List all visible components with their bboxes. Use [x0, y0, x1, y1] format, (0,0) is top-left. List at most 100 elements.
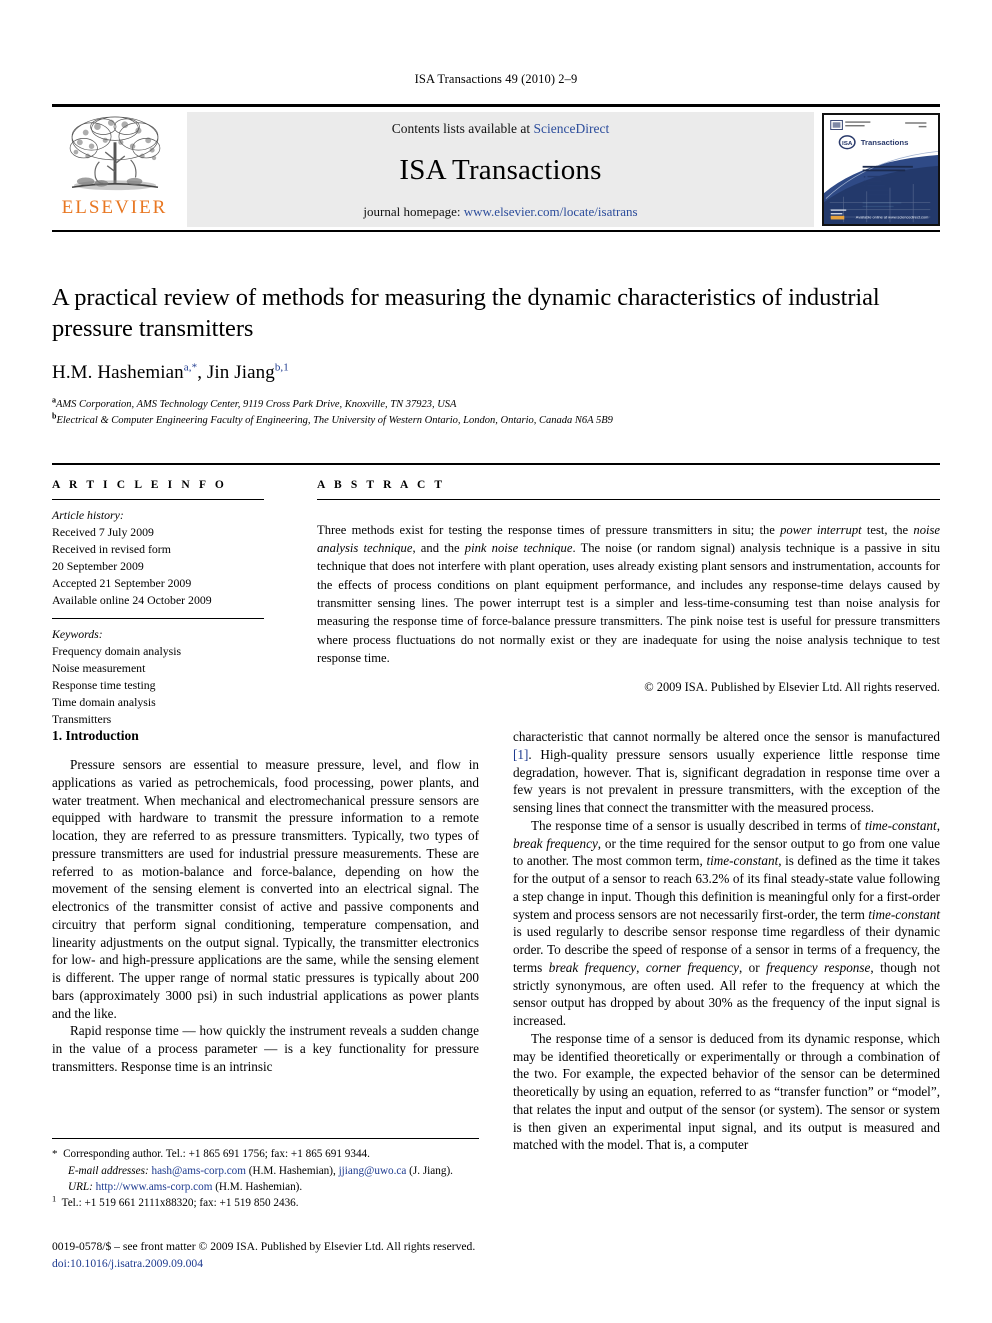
issn-front-matter: 0019-0578/$ – see front matter © 2009 IS… — [52, 1240, 476, 1253]
paragraph: The response time of a sensor is deduced… — [513, 1030, 940, 1153]
journal-cover-thumbnail: ISA Transactions Available online at www… — [822, 113, 940, 226]
history-item: 20 September 2009 — [52, 558, 144, 573]
contents-prefix: Contents lists available at — [391, 121, 534, 136]
article-info-heading: A R T I C L E I N F O — [52, 479, 227, 491]
footnote-url: URL: http://www.ams-corp.com (H.M. Hashe… — [52, 1179, 479, 1195]
journal-masthead: ELSEVIER Contents lists available at Sci… — [52, 104, 940, 232]
email-owner-1: (H.M. Hashemian), — [245, 1164, 339, 1177]
paragraph: Pressure sensors are essential to measur… — [52, 757, 479, 1021]
paragraph-em: break frequency — [513, 835, 598, 851]
body-column-left: 1. Introduction Pressure sensors are ess… — [52, 728, 479, 1154]
keyword-item: Frequency domain analysis — [52, 643, 182, 658]
contents-available-line: Contents lists available at ScienceDirec… — [392, 121, 609, 137]
abstract-text: Three methods exist for testing the resp… — [317, 513, 940, 668]
affiliation-b: bElectrical & Computer Engineering Facul… — [52, 412, 940, 429]
footnote-one-marker: 1 — [52, 1193, 57, 1204]
article-history-title: Article history: — [52, 508, 124, 522]
history-item: Received 7 July 2009 — [52, 524, 154, 539]
footnote-corresponding-author: * Corresponding author. Tel.: +1 865 691… — [52, 1146, 479, 1163]
url-label: URL: — [68, 1181, 93, 1194]
abstract-frag: . The noise (or random signal) analysis … — [317, 540, 940, 666]
homepage-prefix: journal homepage: — [363, 204, 464, 219]
paper-page: ISA Transactions 49 (2010) 2–9 ELSEVIER … — [0, 0, 992, 1323]
affiliation-list: aAMS Corporation, AMS Technology Center,… — [52, 396, 940, 430]
body-columns: 1. Introduction Pressure sensors are ess… — [52, 728, 940, 1154]
footnotes-block: * Corresponding author. Tel.: +1 865 691… — [52, 1138, 479, 1212]
abstract-frag: test, the — [861, 522, 914, 537]
keyword-item: Response time testing — [52, 677, 156, 692]
url-link-ams-corp[interactable]: http://www.ams-corp.com — [96, 1181, 213, 1193]
elsevier-wordmark: ELSEVIER — [61, 197, 168, 218]
paragraph-em: time-constant — [864, 817, 937, 833]
section-heading-introduction: 1. Introduction — [52, 728, 139, 743]
footnote-emails: E-mail addresses: hash@ams-corp.com (H.M… — [52, 1163, 479, 1179]
keyword-item: Time domain analysis — [52, 694, 156, 709]
abstract-copyright: © 2009 ISA. Published by Elsevier Ltd. A… — [644, 680, 940, 695]
paragraph-em: corner frequency — [645, 959, 739, 975]
paragraph-frag: , or — [738, 959, 767, 975]
url-owner: (H.M. Hashemian). — [212, 1181, 303, 1194]
keywords-title: Keywords: — [52, 626, 103, 641]
keyword-item: Transmitters — [52, 711, 112, 726]
abstract-frag: Three methods exist for testing the resp… — [317, 522, 781, 537]
journal-homepage-link[interactable]: www.elsevier.com/locate/isatrans — [464, 204, 638, 219]
journal-title: ISA Transactions — [399, 154, 602, 186]
author-1-name: H.M. Hashemian — [52, 361, 184, 383]
running-head: ISA Transactions 49 (2010) 2–9 — [414, 72, 578, 86]
issn-doi-block: 0019-0578/$ – see front matter © 2009 IS… — [52, 1238, 652, 1273]
email-addresses-label: E-mail addresses: — [68, 1164, 149, 1177]
abstract-em: pink noise technique — [464, 540, 573, 555]
paragraph-em: frequency response — [766, 959, 871, 975]
journal-homepage-line: journal homepage: www.elsevier.com/locat… — [363, 204, 637, 220]
cover-art-icon: ISA Transactions Available online at www… — [824, 115, 938, 224]
paragraph-em: break frequency — [548, 959, 637, 975]
paragraph-frag: , — [636, 959, 646, 975]
email-owner-2: (J. Jiang). — [406, 1164, 453, 1177]
article-history-group: Article history: Received 7 July 2009 Re… — [52, 500, 264, 618]
keyword-item: Noise measurement — [52, 660, 146, 675]
citation-link[interactable]: [1] — [513, 747, 528, 762]
paragraph-em: time-constant — [868, 906, 940, 922]
author-1-affil-marker[interactable]: a,* — [184, 361, 197, 373]
author-2-affil-marker[interactable]: b,1 — [275, 361, 289, 373]
title-block: A practical review of methods for measur… — [52, 282, 940, 429]
footnote-star-text: Corresponding author. Tel.: +1 865 691 1… — [63, 1148, 370, 1160]
author-2-name: Jin Jiang — [206, 361, 275, 383]
footnote-one: 1 Tel.: +1 519 661 2111x88320; fax: +1 5… — [52, 1193, 479, 1211]
svg-text:ISA: ISA — [842, 140, 853, 147]
abstract-em: power interrupt — [780, 522, 862, 537]
affiliation-b-text: Electrical & Computer Engineering Facult… — [56, 414, 613, 426]
history-item: Available online 24 October 2009 — [52, 592, 212, 607]
paragraph-frag: The response time of a sensor is usually… — [531, 817, 865, 833]
affiliation-a-text: AMS Corporation, AMS Technology Center, … — [56, 398, 457, 410]
svg-text:Transactions: Transactions — [861, 138, 909, 147]
doi-link[interactable]: doi:10.1016/j.isatra.2009.09.004 — [52, 1255, 652, 1272]
paragraph: The response time of a sensor is usually… — [513, 817, 940, 1030]
history-item: Received in revised form — [52, 541, 171, 556]
body-column-right: characteristic that cannot normally be a… — [513, 728, 940, 1154]
paragraph-frag: . High-quality pressure sensors usually … — [513, 746, 940, 815]
elsevier-tree-icon — [69, 116, 160, 191]
page-title: A practical review of methods for measur… — [52, 284, 880, 343]
abstract-frag: , and the — [412, 540, 465, 555]
paragraph-frag: characteristic that cannot normally be a… — [513, 729, 940, 744]
paragraph-em: time-constant — [706, 853, 779, 869]
paragraph: Rapid response time — how quickly the in… — [52, 1023, 479, 1074]
paragraph: characteristic that cannot normally be a… — [513, 728, 940, 817]
info-abstract-block: A R T I C L E I N F O Article history: R… — [52, 463, 940, 737]
footnote-one-text: Tel.: +1 519 661 2111x88320; fax: +1 519… — [61, 1197, 299, 1210]
elsevier-logo: ELSEVIER — [52, 109, 177, 230]
abstract-heading: A B S T R A C T — [317, 479, 446, 491]
history-item: Accepted 21 September 2009 — [52, 575, 192, 590]
email-link-jiang[interactable]: jjiang@uwo.ca — [339, 1165, 407, 1177]
author-list: H.M. Hashemiana,*, Jin Jiangb,1 — [52, 361, 289, 383]
abstract-rule — [317, 499, 940, 500]
affiliation-a: aAMS Corporation, AMS Technology Center,… — [52, 396, 940, 413]
email-link-hashemian[interactable]: hash@ams-corp.com — [151, 1165, 246, 1177]
sciencedirect-link[interactable]: ScienceDirect — [534, 121, 610, 136]
journal-banner: Contents lists available at ScienceDirec… — [187, 112, 814, 227]
abstract-column: A B S T R A C T Three methods exist for … — [284, 465, 940, 737]
footnote-star-marker: * — [52, 1148, 58, 1160]
article-info-column: A R T I C L E I N F O Article history: R… — [52, 465, 284, 737]
keywords-group: Keywords: Frequency domain analysis Nois… — [52, 619, 264, 737]
